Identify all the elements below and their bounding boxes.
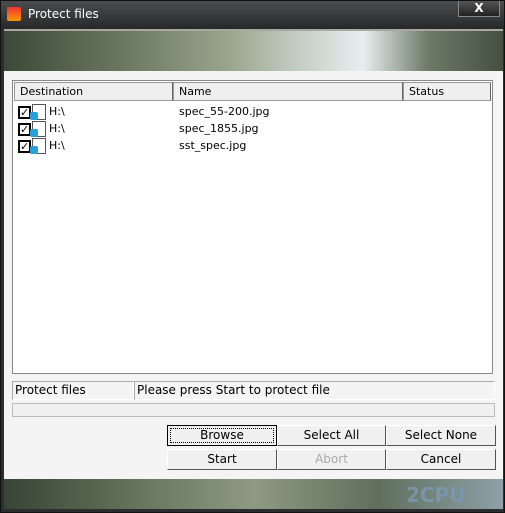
title-bar[interactable]: Protect files X — [1, 1, 504, 29]
table-row[interactable]: ✓ H:\ spec_55-200.jpg — [13, 104, 492, 121]
protect-files-window: Protect files X Destination Name Status … — [0, 0, 505, 513]
name-cell: spec_55-200.jpg — [179, 105, 270, 118]
name-cell: sst_spec.jpg — [179, 139, 247, 152]
locked-file-icon — [30, 138, 46, 154]
select-none-button[interactable]: Select None — [386, 425, 496, 446]
abort-button: Abort — [277, 449, 386, 470]
browse-button[interactable]: Browse — [167, 425, 277, 446]
app-icon — [7, 7, 21, 21]
status-label: Protect files — [12, 381, 134, 400]
table-row[interactable]: ✓ H:\ sst_spec.jpg — [13, 138, 492, 155]
column-destination[interactable]: Destination — [14, 82, 173, 101]
status-message: Please press Start to protect file — [134, 381, 495, 400]
watermark: 2CPU — [406, 483, 466, 507]
destination-cell: H:\ — [49, 105, 65, 118]
start-button[interactable]: Start — [167, 449, 277, 470]
destination-cell: H:\ — [49, 139, 65, 152]
progress-bar — [12, 403, 495, 417]
column-status[interactable]: Status — [403, 82, 491, 101]
column-name[interactable]: Name — [173, 82, 403, 101]
cancel-button[interactable]: Cancel — [386, 449, 496, 470]
browse-label: Browse — [170, 428, 274, 443]
name-cell: spec_1855.jpg — [179, 122, 259, 135]
window-title: Protect files — [28, 7, 99, 21]
destination-cell: H:\ — [49, 122, 65, 135]
file-list[interactable]: Destination Name Status ✓ H:\ spec_55-20… — [12, 80, 493, 374]
close-button[interactable]: X — [458, 1, 500, 17]
header-banner — [4, 29, 503, 71]
table-row[interactable]: ✓ H:\ spec_1855.jpg — [13, 121, 492, 138]
locked-file-icon — [30, 104, 46, 120]
select-all-button[interactable]: Select All — [277, 425, 386, 446]
locked-file-icon — [30, 121, 46, 137]
